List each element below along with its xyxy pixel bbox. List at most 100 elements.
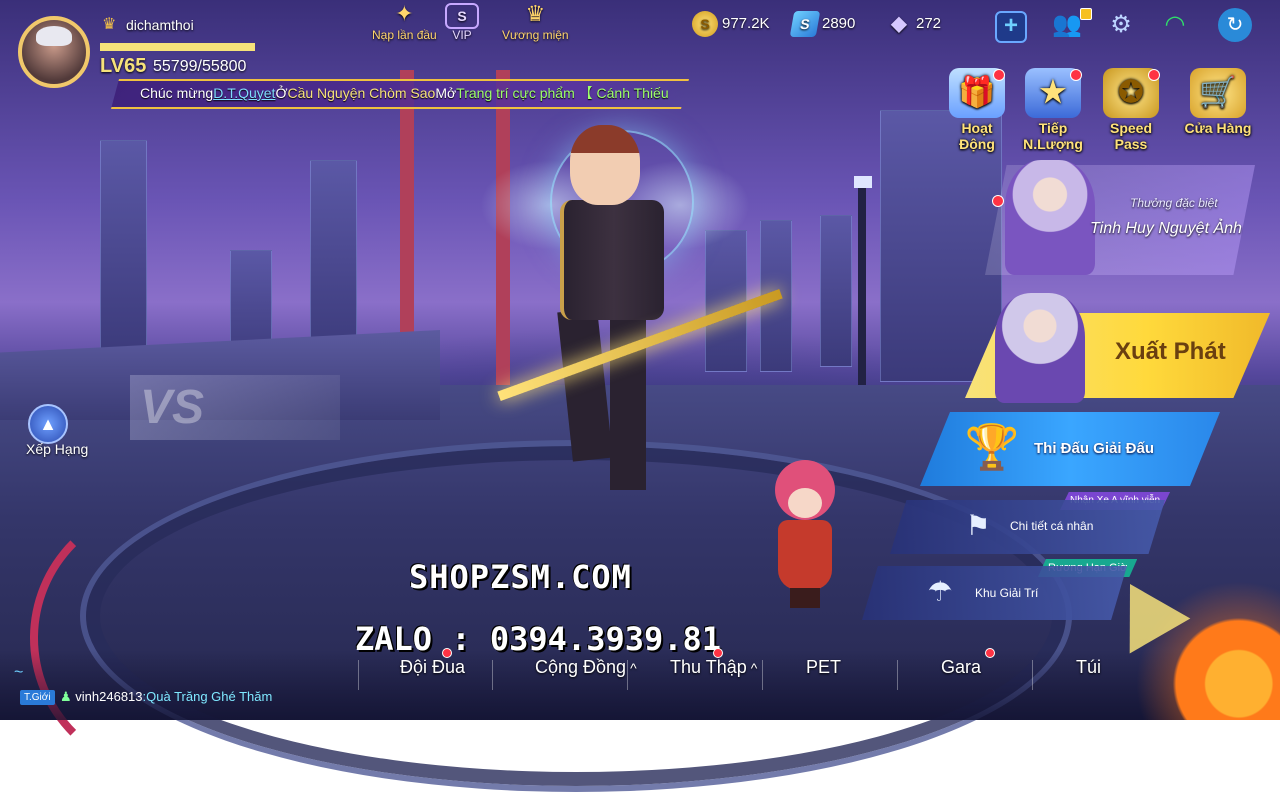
diamond-counter: ◆ 272 (886, 10, 941, 38)
nav-separator (1032, 660, 1033, 690)
nav-community[interactable]: Cộng Đồng ^ (535, 657, 637, 678)
notification-dot (1070, 69, 1082, 81)
crown-button[interactable]: ♛ Vương miện (502, 1, 569, 43)
umbrella-icon: ☂ (927, 576, 953, 607)
shop-icon-label: Tiếp N.Lượng (1023, 120, 1083, 152)
settings-gear-icon[interactable]: ⚙ (1104, 8, 1138, 42)
nav-separator (492, 660, 493, 690)
shop-icon-label: Hoạt Động (959, 120, 995, 152)
recreation-area-label: Khu Giải Trí (975, 586, 1039, 600)
player-avatar[interactable] (18, 16, 90, 88)
nav-pet[interactable]: PET (806, 657, 841, 678)
diamond-icon: ◆ (891, 13, 907, 36)
notification-dot (1148, 69, 1160, 81)
ticker-player[interactable]: D.T.Quyet (213, 85, 275, 101)
wings-icon: ✦ (395, 1, 414, 26)
promo-character-art (1005, 160, 1095, 275)
crown-icon: ♛ (102, 16, 117, 33)
first-topup-button[interactable]: ✦ Nạp lần đầu (372, 1, 437, 43)
checkered-flag-icon: ⚑ (965, 510, 991, 541)
shop-icon-label: Speed Pass (1109, 120, 1152, 152)
watermark-site: SHOPZSM.COM (409, 558, 632, 596)
vs-banner-decoration: VS (130, 375, 340, 440)
background-building (820, 215, 852, 367)
notification-dot (993, 69, 1005, 81)
background-building (705, 230, 747, 372)
start-race-label: Xuất Phát (1115, 338, 1226, 365)
character-head (570, 125, 640, 205)
crown-label: Vương miện (502, 28, 569, 42)
s-card-counter: S 2890 (789, 10, 856, 38)
ticker-item: Trang trí cực phẩm 【 Cánh Thiếu (456, 85, 669, 101)
personal-details-label: Chi tiết cá nhân (1010, 519, 1094, 533)
background-building (100, 140, 147, 362)
promo-subtitle: Thưởng đặc biệt (1130, 196, 1218, 210)
nav-bag[interactable]: Túi (1076, 657, 1101, 678)
pet-character[interactable] (770, 460, 840, 610)
chevron-up-icon: ^ (630, 660, 637, 676)
coin-icon: S (692, 11, 718, 38)
ticker-prefix: Chúc mừng (140, 85, 214, 101)
shop-icon-label: Cửa Hàng (1184, 120, 1252, 136)
chat-expand-icon[interactable]: ~ (14, 664, 23, 682)
ticker-mid: Ở (275, 85, 288, 101)
promo-title: Tinh Huy Nguyệt Ảnh (1090, 220, 1242, 237)
trophy-icon: 🏆 (964, 423, 1020, 472)
shop-icon-events[interactable]: 🎁 Hoạt Động (942, 68, 1012, 152)
start-character-art (995, 293, 1085, 403)
pet-face (788, 488, 822, 518)
nav-team[interactable]: Đội Đua (400, 657, 465, 678)
player-username: dichamthoi (126, 17, 194, 33)
recharge-plus-button[interactable]: + (995, 11, 1027, 43)
crown-icon: ♛ (525, 1, 546, 26)
notification-dot (992, 195, 1004, 207)
nav-separator (358, 660, 359, 690)
announcement-text: Chúc mừngD.T.QuyetỞCầu Nguyện Chòm SaoMở… (140, 83, 669, 103)
tournament-label: Thi Đấu Giải Đấu (1034, 440, 1155, 457)
exp-bar (100, 43, 255, 51)
arena-red-arc (30, 500, 306, 776)
diamond-amount: 272 (916, 15, 942, 32)
ranking-label[interactable]: Xếp Hạng (26, 441, 88, 457)
nav-separator (762, 660, 763, 690)
notification-dot (442, 648, 452, 658)
exit-icon[interactable]: ↻ (1218, 8, 1252, 42)
chat-text: :Quà Trăng Ghé Thăm (142, 689, 273, 704)
shop-icon-store[interactable]: 🛒 Cửa Hàng (1183, 68, 1253, 136)
character-leg (557, 308, 613, 462)
vip-button[interactable]: S VIP (445, 2, 479, 42)
character-leg (610, 310, 646, 490)
coin-counter: S 977.2K (692, 10, 770, 38)
ranking-icon[interactable]: ▲ (28, 404, 68, 444)
s-card-icon: S (789, 11, 821, 38)
vip-badge-icon: S (445, 3, 479, 29)
nav-garage[interactable]: Gara (941, 657, 981, 678)
nav-separator (627, 660, 628, 690)
wifi-signal-icon: ◠ (1164, 11, 1186, 38)
nav-separator (897, 660, 898, 690)
chat-username: vinh246813 (75, 689, 143, 704)
player-level: LV65 (100, 55, 147, 77)
pet-dress (778, 520, 832, 590)
nav-collection[interactable]: Thu Thập ^ (670, 657, 757, 678)
nav-collection-label: Thu Thập (670, 657, 747, 677)
nav-community-label: Cộng Đồng (535, 657, 627, 677)
character-suit (560, 200, 664, 320)
exp-text: 55799/55800 (153, 58, 247, 75)
chevron-up-icon: ^ (750, 660, 758, 676)
mail-notification-icon (1080, 8, 1092, 20)
notification-dot (713, 648, 723, 658)
player-character[interactable] (480, 110, 783, 510)
street-lamp (854, 176, 872, 385)
ticker-location: Cầu Nguyện Chòm Sao (287, 85, 436, 101)
chat-message[interactable]: ♟ vinh246813:Quà Trăng Ghé Thăm (60, 689, 272, 705)
notification-dot (985, 648, 995, 658)
coin-amount: 977.2K (722, 15, 770, 32)
background-building (310, 160, 357, 362)
s-card-amount: 2890 (822, 15, 856, 32)
friends-icon[interactable]: 👥 (1050, 8, 1084, 42)
exp-bar-fill (100, 43, 255, 51)
ticker-mid: Mở (435, 85, 457, 101)
cart-icon: 🛒 (1190, 68, 1246, 118)
pet-boots (790, 588, 820, 608)
